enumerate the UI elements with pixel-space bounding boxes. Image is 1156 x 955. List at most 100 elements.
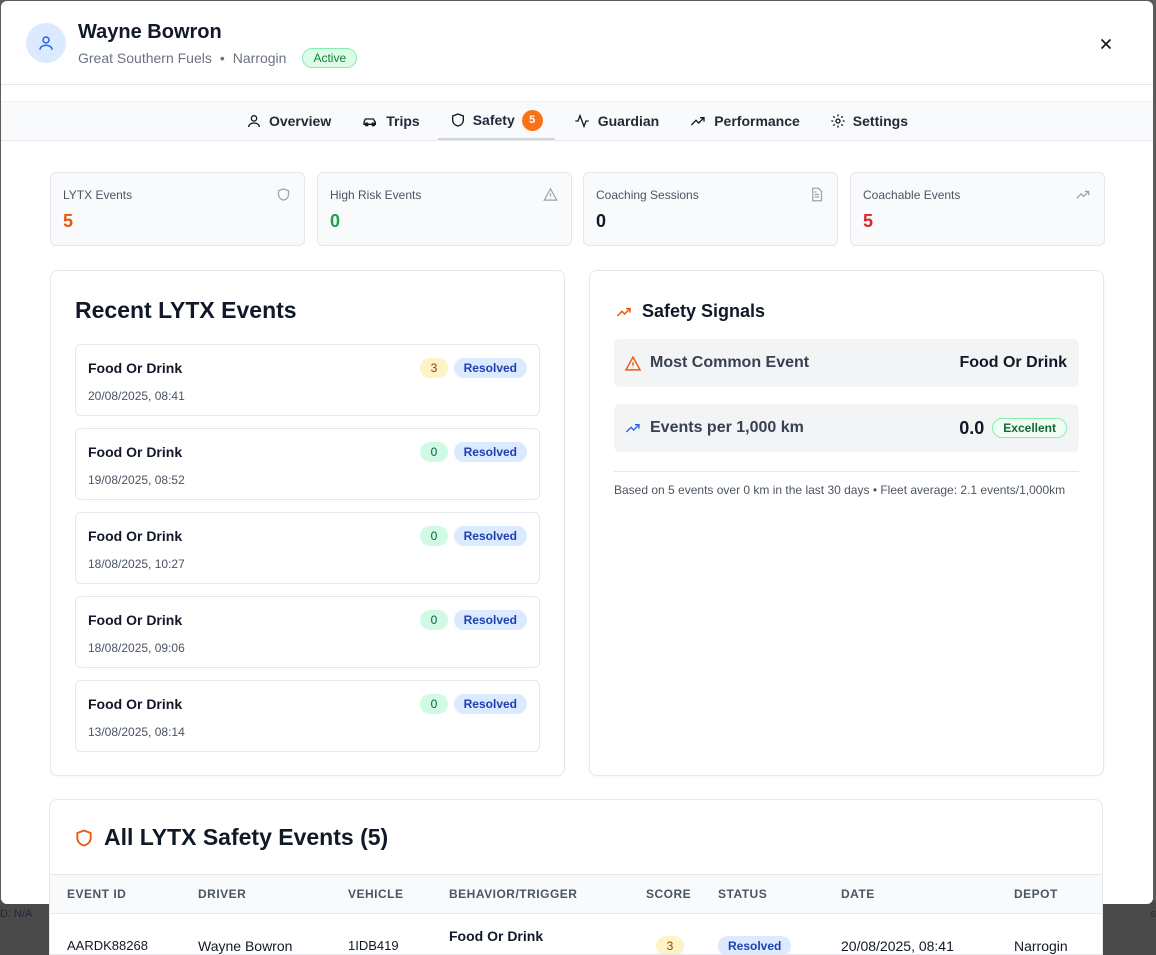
- tab-count-badge: 5: [521, 109, 543, 131]
- stat-lytx-events: LYTX Events 5: [50, 172, 305, 246]
- event-title: Food Or Drink: [88, 528, 183, 544]
- column-header[interactable]: Score: [646, 887, 691, 901]
- tab-label: Settings: [852, 113, 909, 129]
- event-date: 19/08/2025, 08:52: [88, 473, 185, 487]
- alert-triangle-icon: [624, 355, 642, 371]
- tab-label: Safety: [472, 112, 515, 128]
- trending-up-icon: [691, 117, 705, 126]
- column-header[interactable]: Depot: [1014, 887, 1058, 901]
- driver-subtitle: Great Southern Fuels • Narrogin Active: [78, 48, 358, 68]
- tab-safety[interactable]: Safety 5: [437, 102, 555, 140]
- column-header[interactable]: Vehicle: [348, 887, 404, 901]
- event-title: Food Or Drink: [88, 696, 183, 712]
- list-item[interactable]: Food Or Drink 18/08/2025, 09:06 0 Resolv…: [75, 596, 540, 668]
- column-header[interactable]: Behavior/Trigger: [449, 887, 577, 901]
- tab-label: Guardian: [597, 113, 660, 129]
- tab-label: Trips: [386, 113, 420, 129]
- list-item[interactable]: Food Or Drink 20/08/2025, 08:41 3 Resolv…: [75, 344, 540, 416]
- all-events-title: All LYTX Safety Events (5): [104, 824, 389, 850]
- per-km-label-group: Events per 1,000 km: [624, 404, 804, 452]
- status-badge: Active: [302, 48, 358, 68]
- stat-label: LYTX Events: [63, 188, 133, 202]
- user-icon: [39, 36, 53, 50]
- event-title: Food Or Drink: [88, 444, 183, 460]
- most-common-value: Food Or Drink: [959, 354, 1067, 371]
- tab-guardian[interactable]: Guardian: [561, 102, 671, 140]
- stat-coaching-sessions: Coaching Sessions 0: [583, 172, 838, 246]
- trending-up-icon: [625, 424, 640, 433]
- driver-modal: Wayne Bowron Great Southern Fuels • Narr…: [1, 1, 1153, 904]
- event-date: 20/08/2025, 08:41: [88, 389, 185, 403]
- event-date: 18/08/2025, 10:27: [88, 557, 185, 571]
- status-badge: Resolved: [453, 526, 527, 546]
- stat-value: 5: [863, 211, 874, 231]
- tab-bar: Overview Trips Safety 5 Guardian Perform…: [1, 101, 1153, 141]
- backdrop-text: D: N/A: [0, 908, 33, 920]
- panel-title: Recent LYTX Events: [75, 297, 297, 323]
- event-title: Food Or Drink: [88, 360, 183, 376]
- event-date: 13/08/2025, 08:14: [88, 725, 185, 739]
- per-km-value: 0.0: [959, 417, 985, 438]
- event-title: Food Or Drink: [88, 612, 183, 628]
- tab-performance[interactable]: Performance: [677, 102, 812, 140]
- car-icon: [363, 118, 377, 127]
- stat-value: 0: [330, 211, 341, 231]
- safety-signals-panel: Safety Signals Most Common Event Food Or…: [589, 270, 1104, 776]
- stat-label: High Risk Events: [330, 188, 422, 202]
- score-badge: 0: [420, 694, 448, 714]
- stat-coachable-events: Coachable Events 5: [850, 172, 1105, 246]
- avatar: [26, 23, 66, 63]
- most-common-label: Most Common Event: [650, 354, 810, 371]
- company-name: Great Southern Fuels: [78, 50, 212, 66]
- shield-icon: [76, 829, 92, 846]
- signals-title: Safety Signals: [642, 301, 766, 321]
- shield-icon: [277, 188, 290, 201]
- tab-label: Performance: [714, 113, 800, 129]
- driver-cell: Wayne Bowron: [198, 938, 293, 954]
- vehicle-cell: 1IDB419: [348, 938, 399, 953]
- list-item[interactable]: Food Or Drink 19/08/2025, 08:52 0 Resolv…: [75, 428, 540, 500]
- tab-settings[interactable]: Settings: [818, 102, 920, 140]
- score-badge: 0: [420, 442, 448, 462]
- table-header: Event ID Driver Vehicle Behavior/Trigger…: [50, 874, 1102, 914]
- date-cell: 20/08/2025, 08:41: [841, 938, 954, 954]
- depot-name: Narrogin: [232, 50, 287, 66]
- tab-label: Overview: [268, 113, 332, 129]
- modal-header: Wayne Bowron Great Southern Fuels • Narr…: [1, 1, 1153, 85]
- all-events-heading: All LYTX Safety Events (5): [74, 824, 388, 851]
- status-badge: Resolved: [718, 936, 792, 954]
- column-header[interactable]: Event ID: [67, 887, 126, 901]
- separator: •: [219, 50, 225, 66]
- score-badge: 0: [420, 526, 448, 546]
- most-common-event-row: Most Common Event Food Or Drink: [614, 339, 1079, 387]
- close-button[interactable]: [1097, 35, 1115, 53]
- most-common-label-group: Most Common Event: [624, 339, 809, 387]
- column-header[interactable]: Driver: [198, 887, 246, 901]
- score-badge: 3: [656, 936, 684, 954]
- trending-up-icon: [1076, 190, 1090, 199]
- status-badge: Resolved: [453, 358, 527, 378]
- list-item[interactable]: Food Or Drink 18/08/2025, 10:27 0 Resolv…: [75, 512, 540, 584]
- event-date: 18/08/2025, 09:06: [88, 641, 185, 655]
- close-icon: [1100, 38, 1112, 50]
- activity-icon: [575, 113, 589, 129]
- column-header[interactable]: Status: [718, 887, 767, 901]
- trending-up-icon: [616, 307, 631, 317]
- status-badge: Resolved: [453, 442, 527, 462]
- per-km-label: Events per 1,000 km: [650, 419, 804, 436]
- backdrop-text-right: s: [1150, 908, 1156, 920]
- stat-label: Coaching Sessions: [596, 188, 699, 202]
- column-header[interactable]: Date: [841, 887, 875, 901]
- document-icon: [812, 187, 823, 202]
- per-km-value-group: 0.0 Excellent: [959, 404, 1067, 452]
- driver-name: Wayne Bowron: [78, 21, 222, 43]
- event-id-cell: AARDK88268: [67, 938, 148, 953]
- all-events-panel: All LYTX Safety Events (5) Event ID Driv…: [49, 799, 1103, 955]
- tab-overview[interactable]: Overview: [234, 102, 343, 140]
- stat-label: Coachable Events: [863, 188, 961, 202]
- tab-trips[interactable]: Trips: [349, 102, 431, 140]
- list-item[interactable]: Food Or Drink 13/08/2025, 08:14 0 Resolv…: [75, 680, 540, 752]
- events-per-km-row: Events per 1,000 km 0.0 Excellent: [614, 404, 1079, 452]
- stat-value: 5: [63, 211, 74, 231]
- status-badge: Resolved: [453, 694, 527, 714]
